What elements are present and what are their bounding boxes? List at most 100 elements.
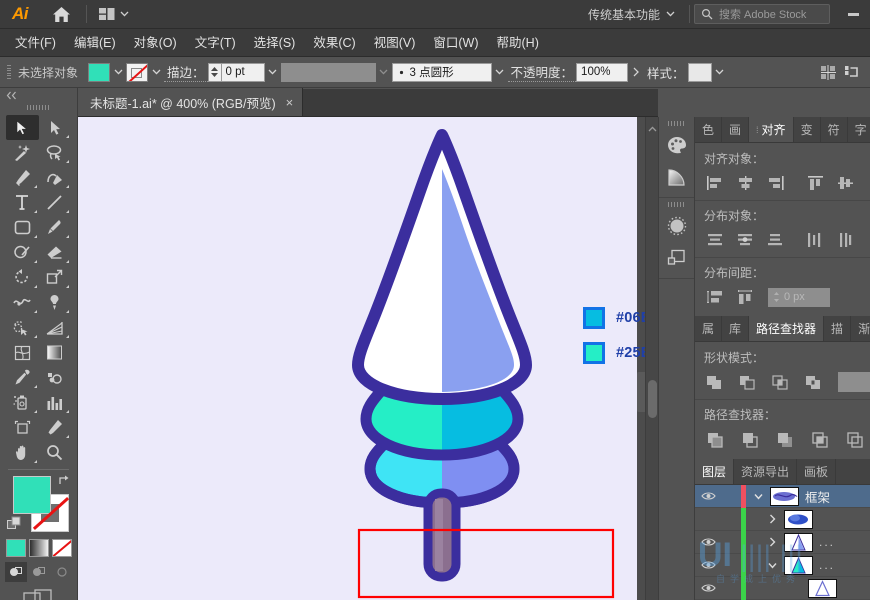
layer-thumbnail[interactable]	[808, 578, 837, 598]
fill-swatch[interactable]	[88, 62, 111, 82]
distribute-top-icon[interactable]	[701, 229, 729, 251]
align-left-icon[interactable]	[701, 172, 729, 194]
outline-icon[interactable]	[841, 428, 869, 450]
document-tab[interactable]: 未标题-1.ai* @ 400% (RGB/预览) ×	[78, 88, 304, 116]
line-segment-tool[interactable]	[39, 190, 72, 215]
eye-icon[interactable]	[695, 560, 721, 570]
table-row[interactable]	[695, 507, 870, 531]
intersect-icon[interactable]	[767, 371, 793, 393]
layer-thumbnail[interactable]	[784, 509, 813, 529]
eyedropper-tool[interactable]	[6, 365, 39, 390]
stock-search-input[interactable]: 搜索 Adobe Stock	[694, 4, 830, 24]
scroll-up-icon[interactable]	[648, 121, 657, 135]
perspective-grid-tool[interactable]	[39, 315, 72, 340]
scrollbar-thumb[interactable]	[648, 380, 657, 418]
tab-artboards[interactable]: 画板	[797, 459, 837, 484]
align-horizontal-center-icon[interactable]	[731, 172, 759, 194]
menu-edit[interactable]: 编辑(E)	[65, 29, 125, 57]
stroke-swatch[interactable]	[126, 62, 149, 82]
tab-stroke[interactable]: 描	[824, 316, 852, 341]
layer-thumbnail[interactable]	[784, 532, 813, 552]
symbol-sprayer-tool[interactable]	[6, 390, 39, 415]
layers-thumb-icon[interactable]	[659, 242, 694, 274]
tools-collapse-button[interactable]	[0, 88, 77, 102]
exclude-icon[interactable]	[800, 371, 826, 393]
stroke-weight-input[interactable]: 0 pt	[220, 62, 265, 82]
align-icon[interactable]	[816, 60, 840, 84]
brush-definition-select[interactable]: 3 点圆形	[391, 62, 492, 82]
tools-panel-grip[interactable]	[0, 102, 77, 113]
layer-thumbnail[interactable]	[784, 555, 813, 575]
type-tool[interactable]	[6, 190, 39, 215]
width-tool[interactable]	[6, 290, 39, 315]
curvature-tool[interactable]	[39, 165, 72, 190]
menu-view[interactable]: 视图(V)	[365, 29, 425, 57]
expand-button[interactable]	[837, 372, 870, 392]
minus-front-icon[interactable]	[734, 371, 760, 393]
table-row[interactable]: ...	[695, 530, 870, 554]
zoom-tool[interactable]	[39, 440, 72, 465]
shape-builder-tool[interactable]	[6, 315, 39, 340]
gradient-icon[interactable]	[28, 539, 49, 557]
mesh-tool[interactable]	[6, 340, 39, 365]
draw-inside-icon[interactable]	[51, 562, 73, 582]
close-icon[interactable]: ×	[286, 96, 294, 109]
opacity-input[interactable]: 100%	[576, 62, 629, 82]
divide-icon[interactable]	[701, 428, 729, 450]
tab-layers[interactable]: 图层	[695, 459, 735, 484]
align-right-icon[interactable]	[761, 172, 789, 194]
tab-transform[interactable]: 变	[794, 117, 821, 142]
hand-tool[interactable]	[6, 440, 39, 465]
shaper-tool[interactable]	[6, 240, 39, 265]
graphic-style-swatch[interactable]	[687, 62, 712, 82]
tab-pathfinder[interactable]: 路径查找器	[749, 316, 825, 341]
chevron-down-icon[interactable]	[746, 493, 770, 500]
rectangle-tool[interactable]	[6, 215, 39, 240]
home-icon[interactable]	[40, 0, 82, 29]
menu-file[interactable]: 文件(F)	[6, 29, 65, 57]
color-panel-icon[interactable]	[659, 129, 694, 161]
fill-color-swatch[interactable]	[12, 476, 51, 514]
draw-normal-icon[interactable]	[4, 562, 27, 582]
column-graph-tool[interactable]	[39, 390, 72, 415]
chevron-down-icon[interactable]	[760, 562, 784, 569]
tab-align[interactable]: ⁞ 对齐	[749, 117, 794, 142]
screen-mode-icon[interactable]	[0, 588, 77, 600]
distribute-bottom-icon[interactable]	[761, 229, 789, 251]
opacity-flyout-icon[interactable]	[628, 63, 644, 82]
tab-character[interactable]: 字	[848, 117, 870, 142]
table-row[interactable]: 框架	[695, 484, 870, 508]
horizontal-distribute-space-icon[interactable]	[731, 286, 759, 308]
tab-symbols[interactable]: 符	[821, 117, 848, 142]
stroke-profile-chevron-icon[interactable]	[376, 63, 392, 82]
menu-type[interactable]: 文字(T)	[186, 29, 245, 57]
table-row[interactable]: ...	[695, 553, 870, 577]
rotate-tool[interactable]	[6, 265, 39, 290]
lasso-tool[interactable]	[39, 140, 72, 165]
eye-icon[interactable]	[695, 537, 721, 547]
tab-gradient[interactable]: 渐	[851, 316, 870, 341]
trim-icon[interactable]	[736, 428, 764, 450]
stroke-weight-label[interactable]: 描边：	[164, 62, 208, 82]
menu-help[interactable]: 帮助(H)	[488, 29, 548, 57]
slice-tool[interactable]	[39, 415, 72, 440]
tab-asset-export[interactable]: 资源导出	[734, 459, 798, 484]
eraser-tool[interactable]	[39, 240, 72, 265]
default-fill-stroke-icon[interactable]	[6, 516, 22, 534]
paintbrush-tool[interactable]	[39, 215, 72, 240]
stroke-weight-chevron-icon[interactable]	[265, 63, 281, 82]
swap-fill-stroke-icon[interactable]	[57, 474, 71, 491]
distribute-vertical-center-icon[interactable]	[731, 229, 759, 251]
canvas-area[interactable]: #06BDE1 #25EEC6	[78, 117, 658, 600]
eye-icon[interactable]	[695, 491, 721, 501]
magic-wand-tool[interactable]	[6, 140, 39, 165]
tab-appearance[interactable]: 属	[695, 316, 723, 341]
direct-selection-tool[interactable]	[39, 115, 72, 140]
blend-tool[interactable]	[39, 365, 72, 390]
menu-window[interactable]: 窗口(W)	[424, 29, 487, 57]
table-row[interactable]	[695, 576, 870, 600]
layer-name[interactable]: 框架	[805, 487, 830, 506]
tab-brushes[interactable]: 画	[722, 117, 750, 142]
gradient-panel-icon[interactable]	[659, 161, 694, 193]
align-vertical-center-icon[interactable]	[831, 172, 859, 194]
